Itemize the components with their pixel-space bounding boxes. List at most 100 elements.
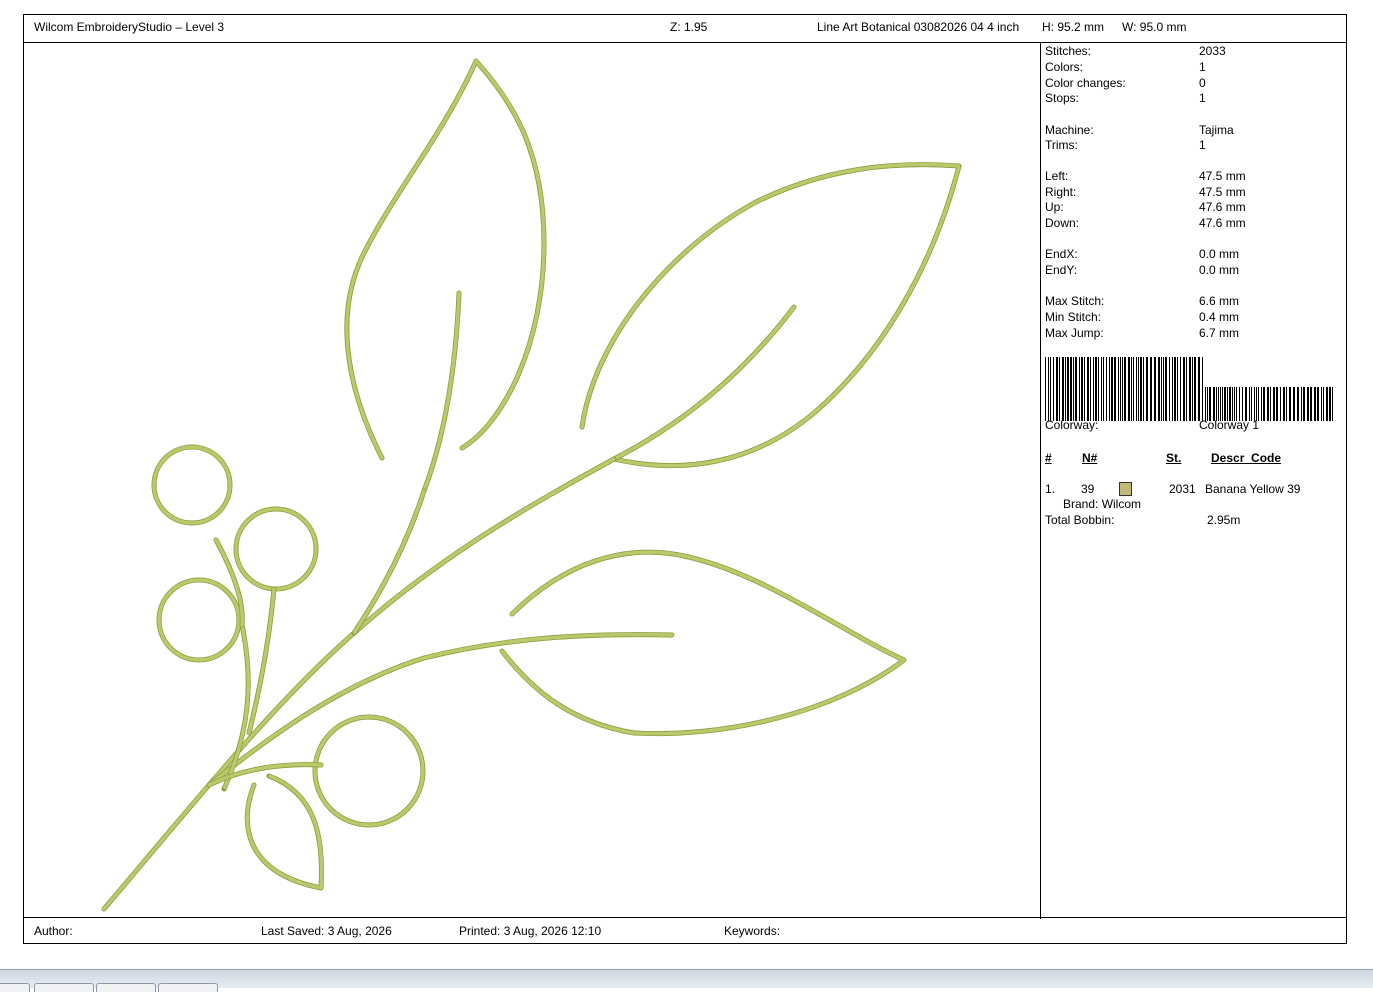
stat-color-changes: Color changes: 0: [1045, 76, 1206, 90]
barcode-bar: [1222, 387, 1223, 421]
design-canvas[interactable]: [24, 43, 1041, 919]
footer-bar: Author: Last Saved: 3 Aug, 2026 Printed:…: [24, 917, 1346, 943]
barcode-bar: [1205, 387, 1206, 421]
top-leaf-stem: [352, 489, 426, 635]
barcode-bar: [1303, 387, 1305, 421]
barcode-bar: [1093, 357, 1094, 421]
barcode-bar: [1297, 387, 1299, 421]
barcode-bar: [1301, 387, 1302, 421]
stat-max-stitch: Max Stitch: 6.6 mm: [1045, 294, 1240, 308]
berry-top-left: [152, 445, 232, 525]
barcode-bar: [1286, 387, 1287, 421]
app-title: Wilcom EmbroideryStudio – Level 3: [34, 20, 225, 34]
barcode-bar: [1146, 357, 1148, 421]
barcode-bar: [1251, 387, 1252, 421]
barcode-bar: [1114, 357, 1116, 421]
barcode-bar: [1234, 387, 1235, 421]
barcode-bar: [1165, 357, 1167, 421]
barcode-bar: [1048, 357, 1049, 421]
barcode-bar: [1263, 387, 1265, 421]
barcode-bar: [1106, 357, 1107, 421]
barcode-bar: [1321, 387, 1322, 421]
berry-top-right: [234, 507, 318, 591]
barcode-bar: [1198, 357, 1200, 421]
top-leaf-outline: [345, 59, 546, 460]
barcode-bar: [1183, 357, 1185, 421]
stat-endx: EndX: 0.0 mm: [1045, 247, 1240, 261]
right-upper-leaf-outline-shadow: [579, 162, 962, 469]
col-header-code: N#: [1082, 451, 1098, 465]
barcode-bar: [1090, 357, 1091, 421]
barcode-bar: [1276, 387, 1278, 421]
barcode-bar: [1307, 387, 1309, 421]
barcode-bar: [1154, 357, 1156, 421]
barcode-bar: [1258, 387, 1259, 421]
total-bobbin: Total Bobbin: 2.95m: [1045, 513, 1241, 527]
barcode-bar: [1131, 357, 1132, 421]
barcode-bar: [1053, 357, 1054, 421]
barcode-bar: [1062, 357, 1064, 421]
barcode-bar: [1103, 357, 1104, 421]
barcode-bar: [1267, 387, 1269, 421]
barcode-bar: [1213, 387, 1215, 421]
barcode-bar: [1283, 387, 1285, 421]
barcode-bar: [1073, 357, 1074, 421]
barcode-bar: [1120, 357, 1121, 421]
barcode-bar: [1194, 357, 1196, 421]
barcode-bar: [1143, 357, 1144, 421]
barcode-bar: [1138, 357, 1139, 421]
barcode-bar: [1081, 357, 1083, 421]
right-lower-leaf-outline: [500, 550, 906, 736]
barcode-bar: [1150, 357, 1152, 421]
berry-mid-left: [157, 578, 241, 662]
stat-endy: EndY: 0.0 mm: [1045, 263, 1240, 277]
taskbar-button[interactable]: [34, 983, 94, 992]
top-leaf-vein: [422, 291, 461, 493]
taskbar-button[interactable]: [0, 983, 30, 992]
barcode-bar: [1236, 387, 1237, 421]
design-info-panel: Stitches: 2033 Colors: 1 Color changes: 0 S…: [1041, 43, 1346, 919]
col-header-number: #: [1045, 451, 1052, 465]
barcode-bar: [1161, 357, 1162, 421]
stat-stitches: Stitches: 2033: [1045, 44, 1226, 58]
barcode-bar: [1310, 387, 1312, 421]
barcode-bar: [1079, 357, 1080, 421]
barcode-bar: [1289, 387, 1291, 421]
header-bar: Wilcom EmbroideryStudio – Level 3 Z: 1.9…: [24, 15, 1346, 43]
barcode-bar: [1189, 357, 1191, 421]
barcode-bar: [1136, 357, 1137, 421]
top-leaf-stem-shadow: [351, 488, 427, 636]
barcode-bar: [1172, 357, 1173, 421]
barcode-bar: [1239, 387, 1240, 421]
barcode-bar: [1075, 357, 1077, 421]
barcode-bar: [1111, 357, 1113, 421]
barcode-bar: [1224, 387, 1226, 421]
barcode-bar: [1050, 357, 1051, 421]
keywords-label: Keywords:: [724, 924, 781, 938]
taskbar-button[interactable]: [96, 983, 156, 992]
barcode-bar: [1067, 357, 1069, 421]
stitch-barcode-graphic: [1045, 357, 1333, 421]
barcode-bar: [1163, 357, 1164, 421]
stat-down: Down: 47.6 mm: [1045, 216, 1246, 230]
barcode-bar: [1232, 387, 1233, 421]
barcode-bar: [1186, 357, 1187, 421]
barcode-bar: [1256, 387, 1257, 421]
barcode-bar: [1270, 387, 1271, 421]
taskbar-button[interactable]: [158, 983, 218, 992]
print-preview-sheet: Wilcom EmbroideryStudio – Level 3 Z: 1.9…: [23, 14, 1347, 944]
stat-machine: Machine: Tajima: [1045, 123, 1234, 137]
right-upper-leaf-vein: [612, 305, 796, 461]
barcode-bar: [1177, 357, 1178, 421]
barcode-bar: [1158, 357, 1160, 421]
barcode-bar: [1280, 387, 1281, 421]
barcode-bar: [1056, 357, 1058, 421]
barcode-bar: [1095, 357, 1097, 421]
thread-color-swatch: [1119, 482, 1132, 496]
right-upper-leaf-outline: [580, 162, 961, 468]
design-height: H: 95.2 mm: [1042, 20, 1105, 34]
thread-brand: Brand: Wilcom: [1063, 497, 1142, 511]
right-upper-leaf-vein-shadow: [611, 304, 797, 462]
barcode-bar: [1314, 387, 1316, 421]
barcode-bar: [1087, 357, 1089, 421]
